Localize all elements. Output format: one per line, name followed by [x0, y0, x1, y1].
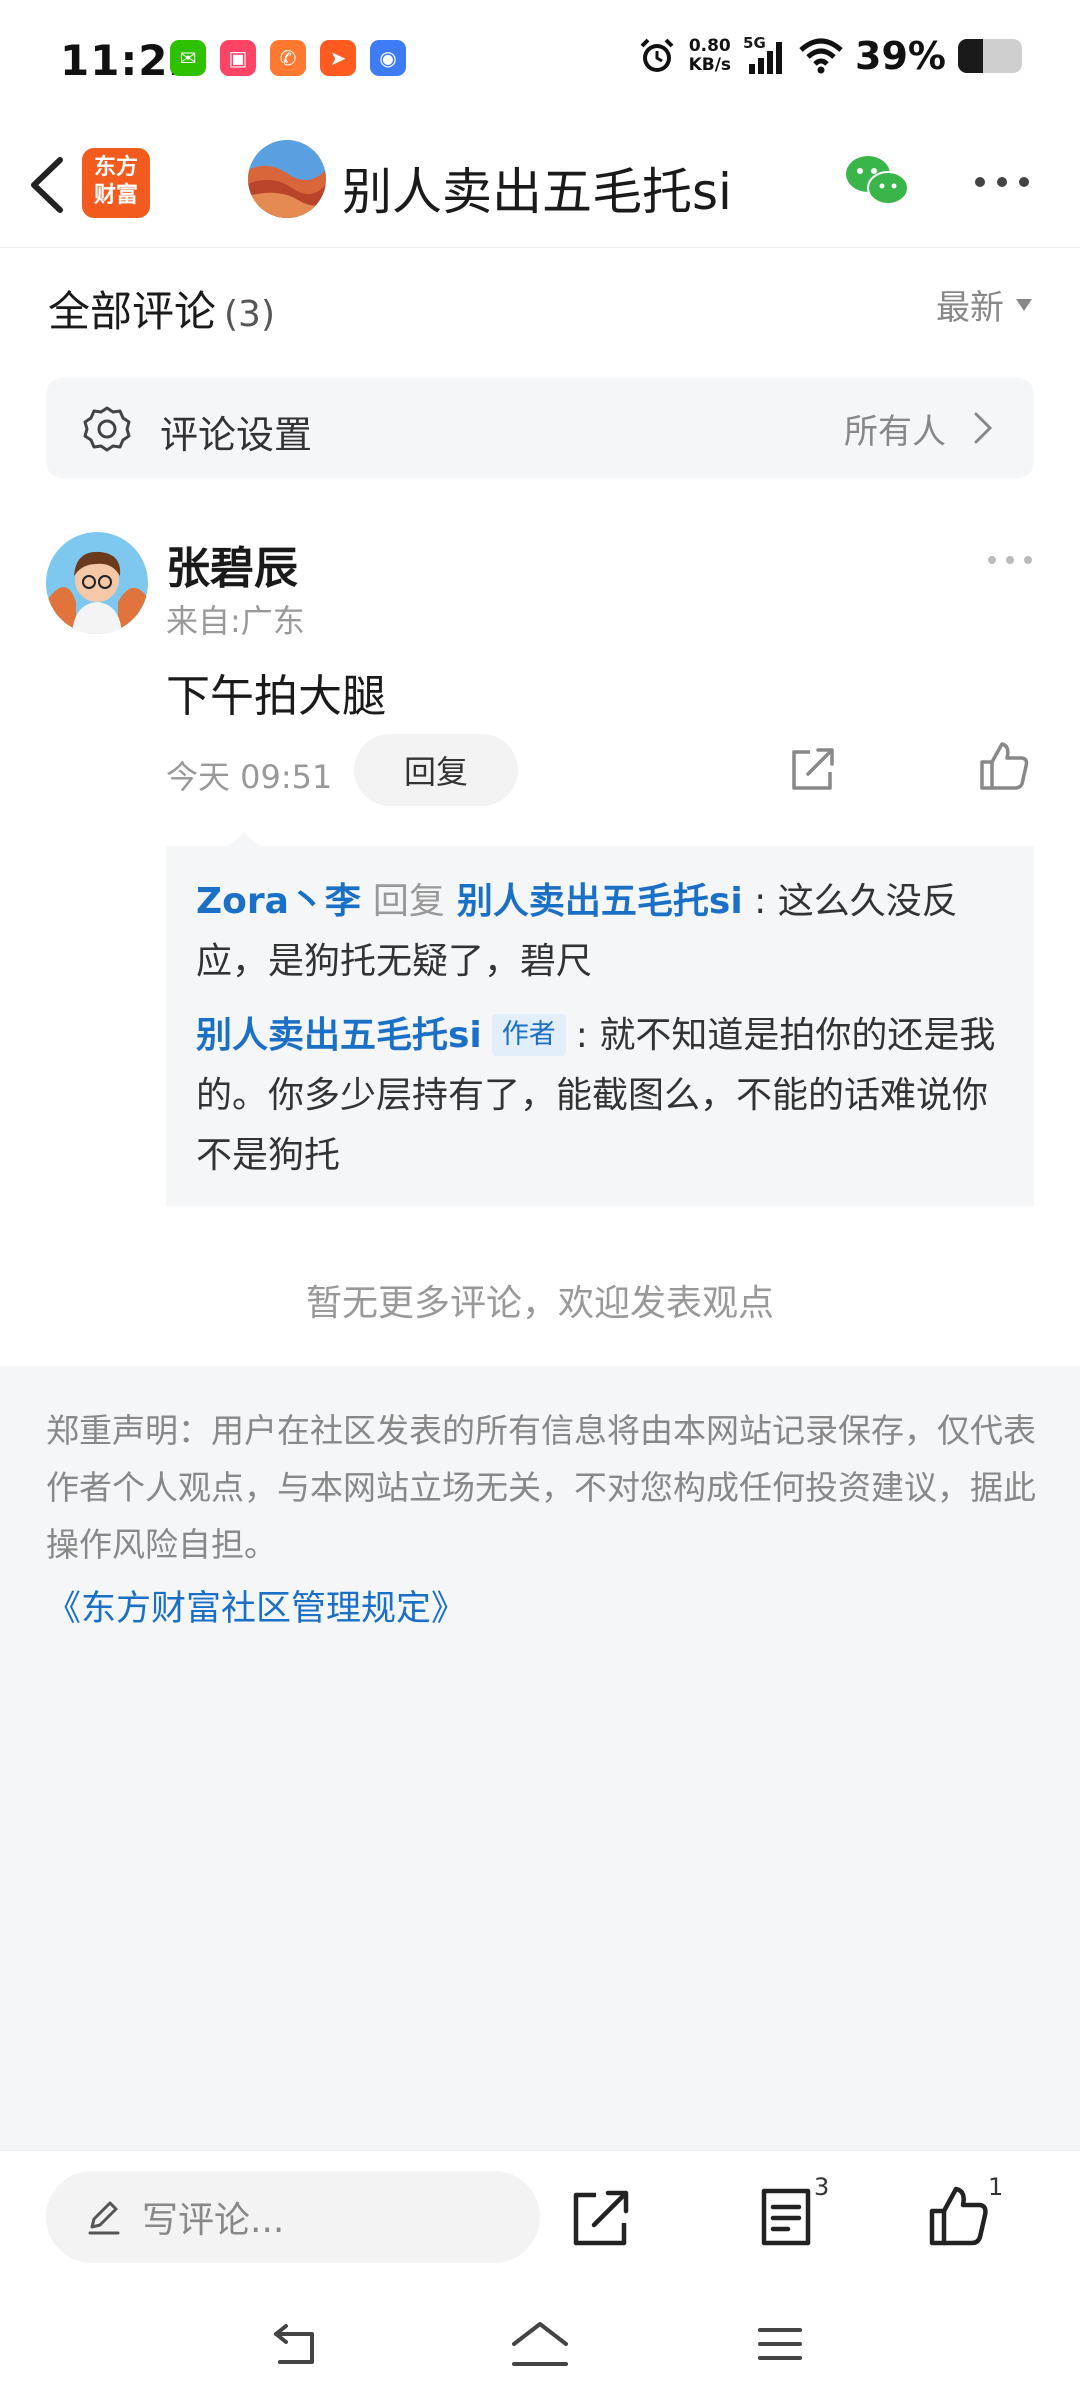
- page-title: 别人卖出五毛托si: [342, 163, 732, 221]
- system-status: 0.80 KB/s 5G 39%: [637, 34, 1022, 78]
- commenter-location: 来自:广东: [166, 602, 305, 640]
- sort-label: 最新: [936, 288, 1004, 328]
- notification-icons: ✉ ▣ ✆ ➤ ◉: [170, 40, 406, 76]
- network-speed-value: 0.80: [688, 36, 731, 56]
- alarm-icon: [640, 38, 673, 72]
- logo-line-2: 财富: [93, 183, 138, 208]
- comments-title: 全部评论: [48, 287, 217, 336]
- thumbs-up-icon[interactable]: [978, 740, 1030, 792]
- reply-verb: 回复: [372, 881, 445, 922]
- commenter-name[interactable]: 张碧辰: [166, 532, 298, 596]
- pen-icon: [88, 2201, 120, 2235]
- no-more-comments: 暂无更多评论，欢迎发表观点: [305, 1283, 774, 1324]
- comment-time: 今天 09:51: [166, 758, 333, 796]
- reply-item[interactable]: 别人卖出五毛托si 作者: 就不知道是拍你的还是我的。你多少层持有了，能截图么，不…: [196, 1006, 1012, 1186]
- back-icon[interactable]: [18, 150, 78, 220]
- battery-icon: [958, 39, 1022, 73]
- settings-label: 评论设置: [160, 413, 313, 457]
- reply-button[interactable]: 回复: [354, 734, 518, 806]
- chevron-right-icon: [974, 412, 993, 444]
- comment-input-placeholder: 写评论...: [142, 2200, 285, 2241]
- author-badge: 作者: [491, 1014, 566, 1056]
- comment-more-icon[interactable]: [986, 552, 1034, 568]
- battery-fill: [958, 39, 983, 73]
- battery-percent: 39%: [855, 34, 946, 78]
- comment-text: 下午拍大腿: [166, 671, 386, 722]
- wechat-share-icon[interactable]: [844, 152, 910, 208]
- reply-author[interactable]: 别人卖出五毛托si: [196, 1015, 482, 1056]
- community-rules-link[interactable]: 《东方财富社区管理规定》: [46, 1580, 466, 1631]
- share-icon[interactable]: [788, 744, 838, 794]
- bottom-toolbar: 写评论... 3 1: [0, 2150, 1080, 2280]
- nav-back-icon[interactable]: [270, 2320, 326, 2368]
- comments-count: (3): [224, 294, 276, 335]
- disclaimer-text: 郑重声明：用户在社区发表的所有信息将由本网站记录保存，仅代表作者个人观点，与本网…: [46, 1411, 1036, 1564]
- browser-icon: ◉: [370, 40, 406, 76]
- sort-dropdown[interactable]: 最新: [936, 280, 1032, 329]
- replies-caret: [228, 832, 260, 847]
- settings-value: 所有人: [844, 412, 946, 452]
- comments-count-badge: 3: [814, 2173, 830, 2201]
- comment-input[interactable]: 写评论...: [46, 2171, 540, 2263]
- network-speed-unit: KB/s: [688, 55, 732, 75]
- post-author-avatar[interactable]: [248, 140, 326, 218]
- toolbar-thumbs-up-icon[interactable]: [928, 2185, 990, 2247]
- logo-line-1: 东方: [93, 155, 138, 180]
- network-speed: 0.80 KB/s: [689, 37, 731, 75]
- nav-home-icon[interactable]: [508, 2318, 572, 2370]
- comments-heading: 全部评论 (3): [48, 278, 275, 339]
- reply-target[interactable]: 别人卖出五毛托si: [457, 881, 743, 922]
- replies-box: Zora丶李 回复 别人卖出五毛托si : 这么久没反应，是狗托无疑了，碧尺 别人卖…: [166, 846, 1034, 1206]
- status-bar: 11:22 ✉ ▣ ✆ ➤ ◉ 0.80 KB/s 5G 39%: [0, 0, 1080, 122]
- nav-menu-icon[interactable]: [756, 2324, 804, 2364]
- likes-count-badge: 1: [988, 2173, 1004, 2201]
- comment-settings-row[interactable]: 评论设置 所有人: [46, 378, 1034, 478]
- header: 东方 财富 别人卖出五毛托si: [0, 122, 1080, 248]
- system-nav-bar: [0, 2280, 1080, 2408]
- taobao-icon: ▣: [220, 40, 256, 76]
- reply-item[interactable]: Zora丶李 回复 别人卖出五毛托si : 这么久没反应，是狗托无疑了，碧尺: [196, 872, 1012, 992]
- commenter-avatar[interactable]: [46, 532, 148, 634]
- more-options-icon[interactable]: [972, 172, 1032, 192]
- wifi-icon: [799, 38, 843, 74]
- toolbar-share-icon[interactable]: [570, 2187, 632, 2249]
- phone-app-icon: ✆: [270, 40, 306, 76]
- wechat-icon: ✉: [170, 40, 206, 76]
- signal-icon: 5G: [743, 34, 787, 76]
- caret-down-icon: [1016, 298, 1032, 311]
- feishu-icon: ➤: [320, 40, 356, 76]
- reply-author[interactable]: Zora丶李: [196, 881, 361, 922]
- comments-list-icon[interactable]: [758, 2187, 814, 2247]
- app-logo[interactable]: 东方 财富: [82, 148, 150, 218]
- gear-icon: [83, 406, 131, 452]
